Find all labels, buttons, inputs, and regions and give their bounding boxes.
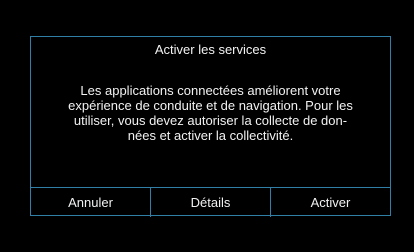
cancel-button[interactable]: Annuler <box>31 188 150 217</box>
dialog-button-row: Annuler Détails Activer <box>31 187 390 217</box>
dialog-title: Activer les services <box>154 42 267 57</box>
activate-button[interactable]: Activer <box>270 188 390 217</box>
dialog-message: Les applications connectées améliorent v… <box>68 83 353 143</box>
details-button[interactable]: Détails <box>150 188 270 217</box>
screen-background: Activer les services Les applications co… <box>0 0 414 252</box>
activate-services-dialog: Activer les services Les applications co… <box>30 36 391 217</box>
